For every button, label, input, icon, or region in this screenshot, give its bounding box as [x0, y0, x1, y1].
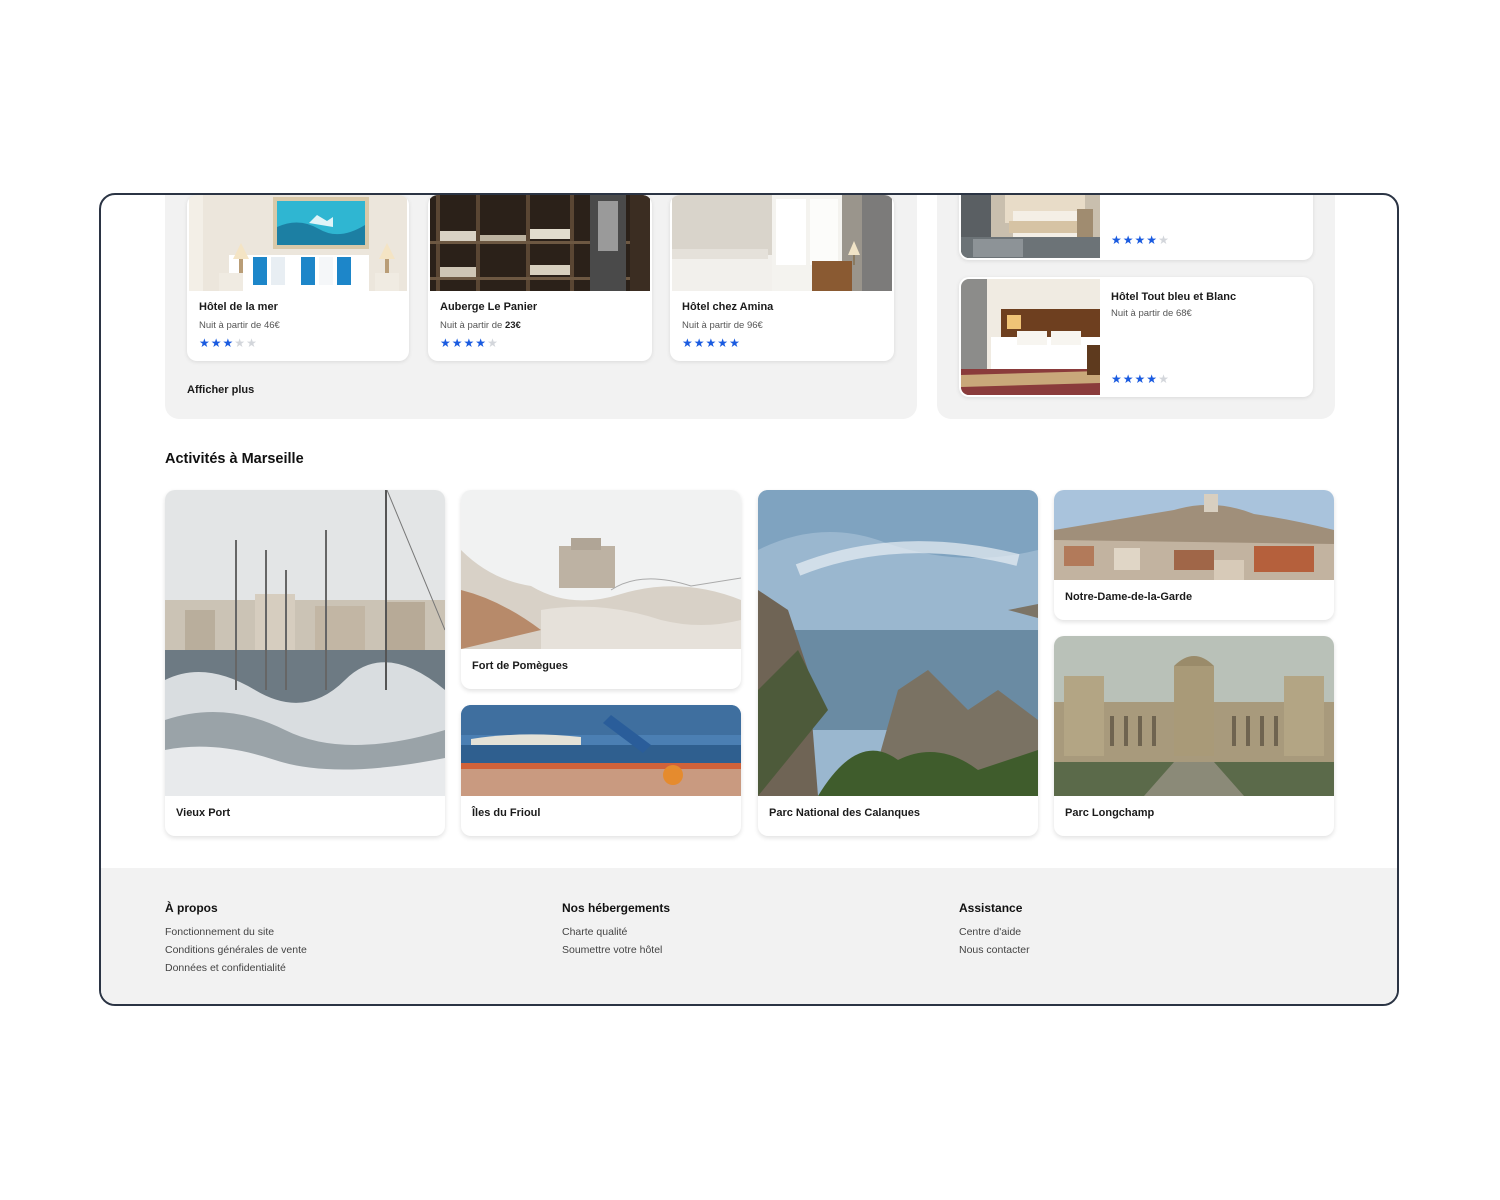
star-icon: ★: [1111, 233, 1123, 247]
star-icon: ★: [682, 336, 694, 350]
hotel-card[interactable]: Hôtel Tout bleu et Blanc Nuit à partir d…: [959, 277, 1313, 397]
footer-link[interactable]: Soumettre votre hôtel: [562, 941, 670, 959]
hotel-photo: [961, 195, 1100, 258]
footer-column-assistance: Assistance Centre d'aide Nous contacter: [959, 901, 1030, 959]
star-icon: ★: [475, 336, 488, 350]
hotel-price: Nuit à partir de 46€: [199, 320, 280, 331]
star-rating: ★★★★★: [199, 337, 258, 349]
footer: À propos Fonctionnement du site Conditio…: [101, 868, 1397, 1004]
show-more-link[interactable]: Afficher plus: [187, 384, 254, 396]
activity-photo: [1054, 636, 1334, 796]
activity-card-parc-longchamp[interactable]: Parc Longchamp: [1054, 636, 1334, 836]
hotel-photo: [961, 279, 1100, 395]
star-icon: ★: [1122, 372, 1135, 386]
hotels-list-panel: ★★★★★ Hôtel Tout bleu et Blanc Nuit à pa…: [937, 195, 1335, 419]
hotel-photo: [189, 195, 407, 291]
hotel-photo: [672, 195, 892, 291]
star-icon: ★: [1134, 372, 1147, 386]
star-icon: ★: [440, 336, 452, 350]
activity-photo: [461, 490, 741, 649]
star-icon: ★: [487, 336, 499, 350]
browser-frame: Hôtel de la mer Nuit à partir de 46€ ★★★…: [99, 193, 1399, 1006]
activities-title: Activités à Marseille: [165, 451, 304, 467]
footer-column-about: À propos Fonctionnement du site Conditio…: [165, 901, 307, 977]
star-icon: ★: [1158, 372, 1170, 386]
star-icon: ★: [729, 336, 741, 350]
footer-link[interactable]: Fonctionnement du site: [165, 923, 307, 941]
star-rating: ★★★★★: [1111, 234, 1170, 246]
hotel-photo: [430, 195, 650, 291]
activity-photo: [1054, 490, 1334, 580]
footer-link[interactable]: Centre d'aide: [959, 923, 1030, 941]
star-icon: ★: [1134, 233, 1147, 247]
star-icon: ★: [451, 336, 464, 350]
footer-column-accommodations: Nos hébergements Charte qualité Soumettr…: [562, 901, 670, 959]
footer-heading: À propos: [165, 901, 218, 915]
activity-label: Parc National des Calanques: [769, 807, 920, 819]
activity-photo: [461, 705, 741, 796]
hotel-name: Hôtel Tout bleu et Blanc: [1111, 291, 1237, 303]
hotel-card[interactable]: ★★★★★: [959, 195, 1313, 260]
activity-photo: [758, 490, 1038, 796]
star-rating: ★★★★★: [1111, 373, 1170, 385]
footer-link[interactable]: Charte qualité: [562, 923, 670, 941]
footer-heading: Assistance: [959, 901, 1023, 915]
activity-card-notre-dame-de-la-garde[interactable]: Notre-Dame-de-la-Garde: [1054, 490, 1334, 620]
activity-photo: [165, 490, 445, 796]
hotels-grid-panel: Hôtel de la mer Nuit à partir de 46€ ★★★…: [165, 195, 917, 419]
footer-heading: Nos hébergements: [562, 901, 671, 915]
hotel-price: Nuit à partir de 68€: [1111, 308, 1192, 319]
activity-label: Parc Longchamp: [1065, 807, 1155, 819]
hotel-name: Auberge Le Panier: [440, 301, 538, 313]
activity-card-iles-du-frioul[interactable]: Îles du Frioul: [461, 705, 741, 836]
footer-link[interactable]: Données et confidentialité: [165, 959, 307, 977]
star-icon: ★: [463, 336, 476, 350]
footer-link[interactable]: Conditions générales de vente: [165, 941, 307, 959]
star-icon: ★: [210, 336, 223, 350]
star-icon: ★: [1146, 233, 1159, 247]
hotel-card[interactable]: Hôtel chez Amina Nuit à partir de 96€ ★★…: [670, 195, 894, 361]
activity-label: Vieux Port: [176, 807, 231, 819]
activity-label: Notre-Dame-de-la-Garde: [1065, 591, 1193, 603]
star-icon: ★: [234, 336, 247, 350]
star-icon: ★: [1122, 233, 1135, 247]
footer-link[interactable]: Nous contacter: [959, 941, 1030, 959]
activity-card-fort-de-pomegues[interactable]: Fort de Pomègues: [461, 490, 741, 689]
star-rating: ★★★★★: [440, 337, 499, 349]
star-icon: ★: [1111, 372, 1123, 386]
star-icon: ★: [1146, 372, 1159, 386]
activity-label: Fort de Pomègues: [472, 660, 568, 672]
star-icon: ★: [717, 336, 730, 350]
star-icon: ★: [199, 336, 211, 350]
star-rating: ★★★★★: [682, 337, 741, 349]
hotel-card[interactable]: Auberge Le Panier Nuit à partir de 23€ ★…: [428, 195, 652, 361]
star-icon: ★: [246, 336, 258, 350]
star-icon: ★: [222, 336, 235, 350]
activity-label: Îles du Frioul: [472, 807, 541, 819]
activity-card-parc-national-des-calanques[interactable]: Parc National des Calanques: [758, 490, 1038, 836]
star-icon: ★: [693, 336, 706, 350]
hotel-name: Hôtel chez Amina: [682, 301, 774, 313]
activity-card-vieux-port[interactable]: Vieux Port: [165, 490, 445, 836]
hotel-price: Nuit à partir de 96€: [682, 320, 763, 331]
hotel-card[interactable]: Hôtel de la mer Nuit à partir de 46€ ★★★…: [187, 195, 409, 361]
star-icon: ★: [705, 336, 718, 350]
hotel-name: Hôtel de la mer: [199, 301, 278, 313]
star-icon: ★: [1158, 233, 1170, 247]
hotel-price: Nuit à partir de 23€: [440, 320, 521, 331]
